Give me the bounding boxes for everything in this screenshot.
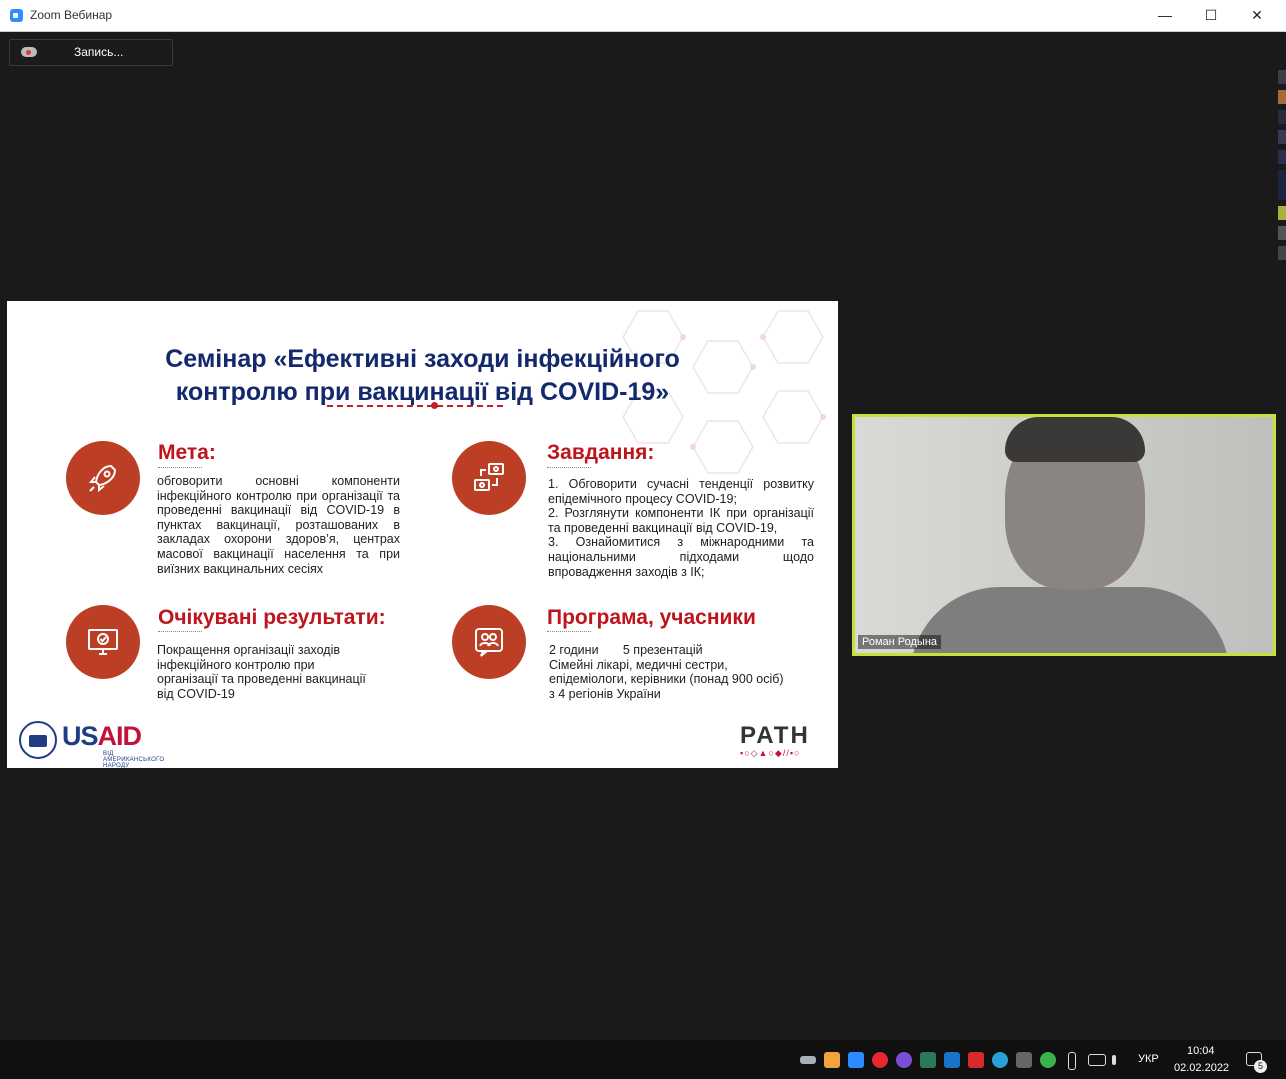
satellite-icon[interactable] xyxy=(1016,1052,1032,1068)
program-participants: Сімейні лікарі, медичні сестри, епідеміо… xyxy=(549,657,784,701)
mail-icon[interactable] xyxy=(824,1052,840,1068)
check-icon[interactable] xyxy=(1040,1052,1056,1068)
zoom-app-icon xyxy=(10,9,23,22)
results-heading: Очікувані результати: xyxy=(158,606,386,629)
goal-text: обговорити основні компоненти інфекційно… xyxy=(157,474,400,576)
shared-slide: Семінар «Ефективні заходи інфекційного к… xyxy=(7,301,838,768)
microphone-icon[interactable] xyxy=(1068,1052,1076,1070)
program-hours: 2 години xyxy=(549,643,599,657)
recording-indicator[interactable]: Запись... xyxy=(9,39,173,66)
results-rule xyxy=(158,631,202,632)
zoom-tray-icon[interactable] xyxy=(848,1052,864,1068)
close-button[interactable]: ✕ xyxy=(1234,0,1280,31)
title-underline xyxy=(327,405,503,407)
task-item: 1. Обговорити сучасні тенденції розвитку… xyxy=(548,477,814,506)
network-icon[interactable] xyxy=(1088,1054,1106,1066)
alarm-icon[interactable] xyxy=(872,1052,888,1068)
title-underline-dot xyxy=(431,402,438,409)
goal-heading: Мета: xyxy=(158,441,216,464)
notification-count-badge: 5 xyxy=(1254,1060,1267,1073)
maximize-button[interactable]: ☐ xyxy=(1188,0,1234,31)
results-text: Покращення організації заходів інфекційн… xyxy=(157,643,366,701)
language-indicator[interactable]: УКР xyxy=(1138,1053,1159,1065)
task-item: 3. Ознайомитися з міжнародними та націон… xyxy=(548,535,814,579)
volume-icon[interactable] xyxy=(1112,1055,1116,1065)
monitor-icon xyxy=(66,605,140,679)
background-window-edge xyxy=(1278,70,1286,370)
recording-label: Запись... xyxy=(74,45,124,59)
feather-icon[interactable] xyxy=(920,1052,936,1068)
usaid-seal-icon xyxy=(19,721,57,759)
minimize-button[interactable]: — xyxy=(1142,0,1188,31)
clock-date[interactable]: 02.02.2022 xyxy=(1174,1062,1229,1074)
tasks-heading: Завдання: xyxy=(547,441,655,464)
clock-time[interactable]: 10:04 xyxy=(1187,1045,1215,1057)
cloud-icon[interactable] xyxy=(800,1056,816,1064)
windows-taskbar: УКР 10:04 02.02.2022 5 xyxy=(0,1040,1286,1079)
window-titlebar: Zoom Вебинар — ☐ ✕ xyxy=(0,0,1286,32)
window-title: Zoom Вебинар xyxy=(30,8,113,22)
people-icon xyxy=(452,605,526,679)
sync-icon[interactable] xyxy=(992,1052,1008,1068)
program-presentations: 5 презентацій xyxy=(622,643,703,657)
tasks-rule xyxy=(547,467,591,468)
program-text: 2 години 5 презентацій Сімейні лікарі, м… xyxy=(549,643,789,701)
usaid-logo: USAID ВІД АМЕРИКАНСЬКОГО НАРОДУ xyxy=(19,721,169,768)
person-hair xyxy=(1005,417,1145,462)
workflow-icon xyxy=(452,441,526,515)
goal-rule xyxy=(158,467,202,468)
program-rule xyxy=(547,631,591,632)
outlook-icon[interactable] xyxy=(944,1052,960,1068)
task-item: 2. Розглянути компоненти ІК при організа… xyxy=(548,506,814,535)
participant-name: Роман Родына xyxy=(858,635,942,649)
b-app-icon[interactable] xyxy=(968,1052,984,1068)
tasks-list: 1. Обговорити сучасні тенденції розвитку… xyxy=(548,477,814,579)
participant-video[interactable]: Роман Родына xyxy=(852,414,1276,656)
rocket-icon xyxy=(66,441,140,515)
cloud-record-icon xyxy=(21,47,37,57)
slide-title: Семінар «Ефективні заходи інфекційного к… xyxy=(165,345,680,406)
person-body xyxy=(910,587,1230,653)
path-logo: PATH ▪○◇▲○◆//▪○ xyxy=(740,722,810,758)
viber-icon[interactable] xyxy=(896,1052,912,1068)
program-heading: Програма, учасники xyxy=(547,606,756,629)
